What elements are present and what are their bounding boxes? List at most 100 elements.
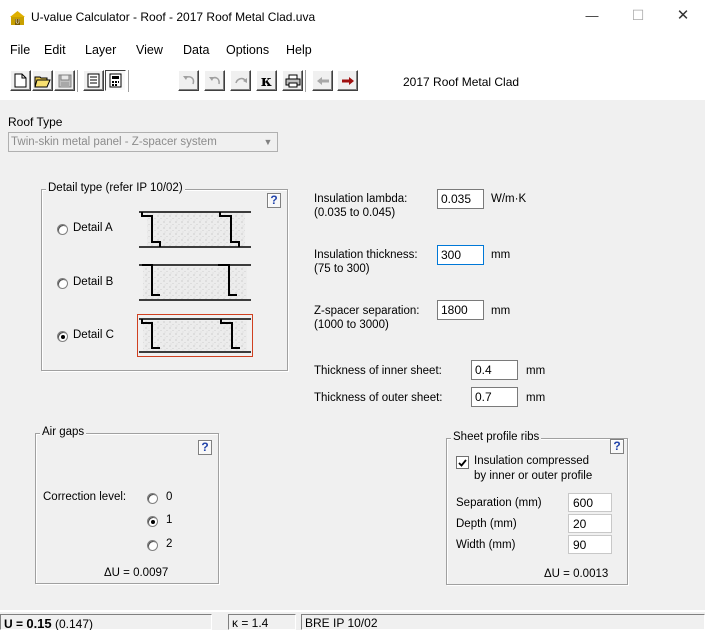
close-icon: ✕: [676, 7, 690, 24]
correction-level-0-label[interactable]: 0: [166, 491, 172, 503]
menu-options[interactable]: Options: [226, 43, 269, 57]
insulation-thickness-unit: mm: [491, 249, 511, 261]
file-name: 2017 Roof Metal Clad: [403, 75, 520, 89]
separation-input[interactable]: 600: [568, 493, 612, 512]
menu-view[interactable]: View: [136, 43, 163, 57]
open-file-button[interactable]: [32, 70, 53, 91]
correction-level-2-radio[interactable]: [147, 540, 158, 551]
correction-level-label: Correction level:: [43, 491, 127, 503]
detail-type-title: Detail type (refer IP 10/02): [46, 182, 185, 194]
report-button[interactable]: [83, 70, 104, 91]
status-kappa: κ = 1.4: [228, 614, 296, 630]
insulation-compressed-label-2[interactable]: by inner or outer profile: [474, 470, 592, 482]
forward-button[interactable]: [337, 70, 358, 91]
sheet-profile-title: Sheet profile ribs: [451, 431, 542, 443]
zspacer-unit: mm: [491, 305, 511, 317]
sheet-profile-help-button[interactable]: ?: [610, 439, 624, 454]
back-arrow-icon: [316, 76, 329, 85]
redo-icon: [234, 77, 247, 83]
outer-sheet-input[interactable]: 0.7: [471, 387, 518, 407]
detail-b-radio[interactable]: [57, 278, 68, 289]
menu-file[interactable]: File: [10, 43, 30, 57]
menu-layer[interactable]: Layer: [85, 43, 116, 57]
calculator-button[interactable]: [105, 70, 126, 91]
correction-level-1-radio[interactable]: [147, 516, 158, 527]
detail-c-label[interactable]: Detail C: [73, 329, 114, 341]
back-button[interactable]: [312, 70, 333, 91]
outer-sheet-label: Thickness of outer sheet:: [314, 392, 443, 404]
redo-button[interactable]: [230, 70, 251, 91]
open-folder-icon: [34, 76, 51, 87]
chevron-down-icon[interactable]: ▼: [259, 133, 277, 151]
inner-sheet-input[interactable]: 0.4: [471, 360, 518, 380]
zspacer-range: (1000 to 3000): [314, 319, 389, 331]
undo-icon: [182, 75, 194, 84]
toolbar-separator: [128, 70, 130, 92]
u-value: 0.15: [26, 616, 52, 630]
width-input[interactable]: 90: [568, 535, 612, 554]
width-label: Width (mm): [456, 539, 516, 551]
close-button[interactable]: ✕: [660, 0, 705, 30]
minimize-button[interactable]: —: [569, 0, 615, 30]
detail-a-diagram[interactable]: [139, 209, 251, 251]
svg-text:U: U: [15, 20, 19, 26]
outer-sheet-unit: mm: [526, 392, 546, 404]
undo-step-button[interactable]: [204, 70, 225, 91]
insulation-lambda-range: (0.035 to 0.045): [314, 207, 396, 219]
insulation-lambda-input[interactable]: 0.035: [437, 189, 484, 209]
menu-help[interactable]: Help: [286, 43, 312, 57]
depth-label: Depth (mm): [456, 518, 517, 530]
menu-edit[interactable]: Edit: [44, 43, 66, 57]
insulation-thickness-input[interactable]: 300: [437, 245, 484, 265]
correction-level-2-label[interactable]: 2: [166, 538, 172, 550]
depth-input[interactable]: 20: [568, 514, 612, 533]
print-icon: [285, 74, 300, 87]
air-gaps-group: [35, 433, 219, 584]
minimize-icon: —: [585, 7, 599, 23]
new-file-button[interactable]: [10, 70, 31, 91]
air-gaps-help-button[interactable]: ?: [198, 440, 212, 455]
kappa-button[interactable]: κ: [256, 70, 277, 91]
status-reference: BRE IP 10/02: [301, 614, 705, 630]
calculator-icon: [109, 73, 122, 88]
insulation-compressed-label[interactable]: Insulation compressed: [474, 455, 589, 467]
maximize-icon: ☐: [631, 6, 645, 23]
zspacer-label: Z-spacer separation:: [314, 305, 420, 317]
detail-help-button[interactable]: ?: [267, 193, 281, 208]
zspacer-input[interactable]: 1800: [437, 300, 484, 320]
detail-a-label[interactable]: Detail A: [73, 222, 113, 234]
insulation-lambda-label: Insulation lambda:: [314, 193, 408, 205]
print-button[interactable]: [282, 70, 303, 91]
maximize-button[interactable]: ☐: [615, 0, 661, 30]
air-gaps-title: Air gaps: [40, 426, 87, 438]
roof-type-value: Twin-skin metal panel - Z-spacer system: [11, 136, 217, 148]
toolbar-separator: [305, 70, 307, 92]
roof-type-label: Roof Type: [8, 115, 63, 129]
correction-level-0-radio[interactable]: [147, 493, 158, 504]
new-file-icon: [14, 73, 27, 88]
u-prefix: U =: [4, 617, 27, 630]
save-button[interactable]: [54, 70, 75, 91]
detail-a-radio[interactable]: [57, 224, 68, 235]
report-icon: [87, 73, 100, 88]
status-u-value: U = 0.15 (0.147): [0, 614, 212, 630]
detail-c-radio[interactable]: [57, 331, 68, 342]
detail-b-diagram[interactable]: [139, 262, 251, 304]
sheet-profile-delta-u: ΔU = 0.0013: [544, 568, 609, 580]
undo-step-icon: [208, 76, 220, 84]
separation-label: Separation (mm): [456, 497, 542, 509]
correction-level-1-label[interactable]: 1: [166, 514, 172, 526]
save-disk-icon: [58, 74, 71, 87]
insulation-lambda-unit: W/m·K: [491, 193, 527, 205]
insulation-compressed-checkbox[interactable]: [456, 456, 469, 469]
window-title: U-value Calculator - Roof - 2017 Roof Me…: [31, 10, 316, 24]
checkmark-icon: [458, 458, 467, 467]
undo-button[interactable]: [178, 70, 199, 91]
menu-data[interactable]: Data: [183, 43, 209, 57]
toolbar-separator: [77, 70, 79, 92]
detail-b-label[interactable]: Detail B: [73, 276, 113, 288]
roof-type-select[interactable]: Twin-skin metal panel - Z-spacer system …: [8, 132, 278, 152]
detail-c-diagram[interactable]: [139, 315, 251, 357]
inner-sheet-unit: mm: [526, 365, 546, 377]
inner-sheet-label: Thickness of inner sheet:: [314, 365, 442, 377]
